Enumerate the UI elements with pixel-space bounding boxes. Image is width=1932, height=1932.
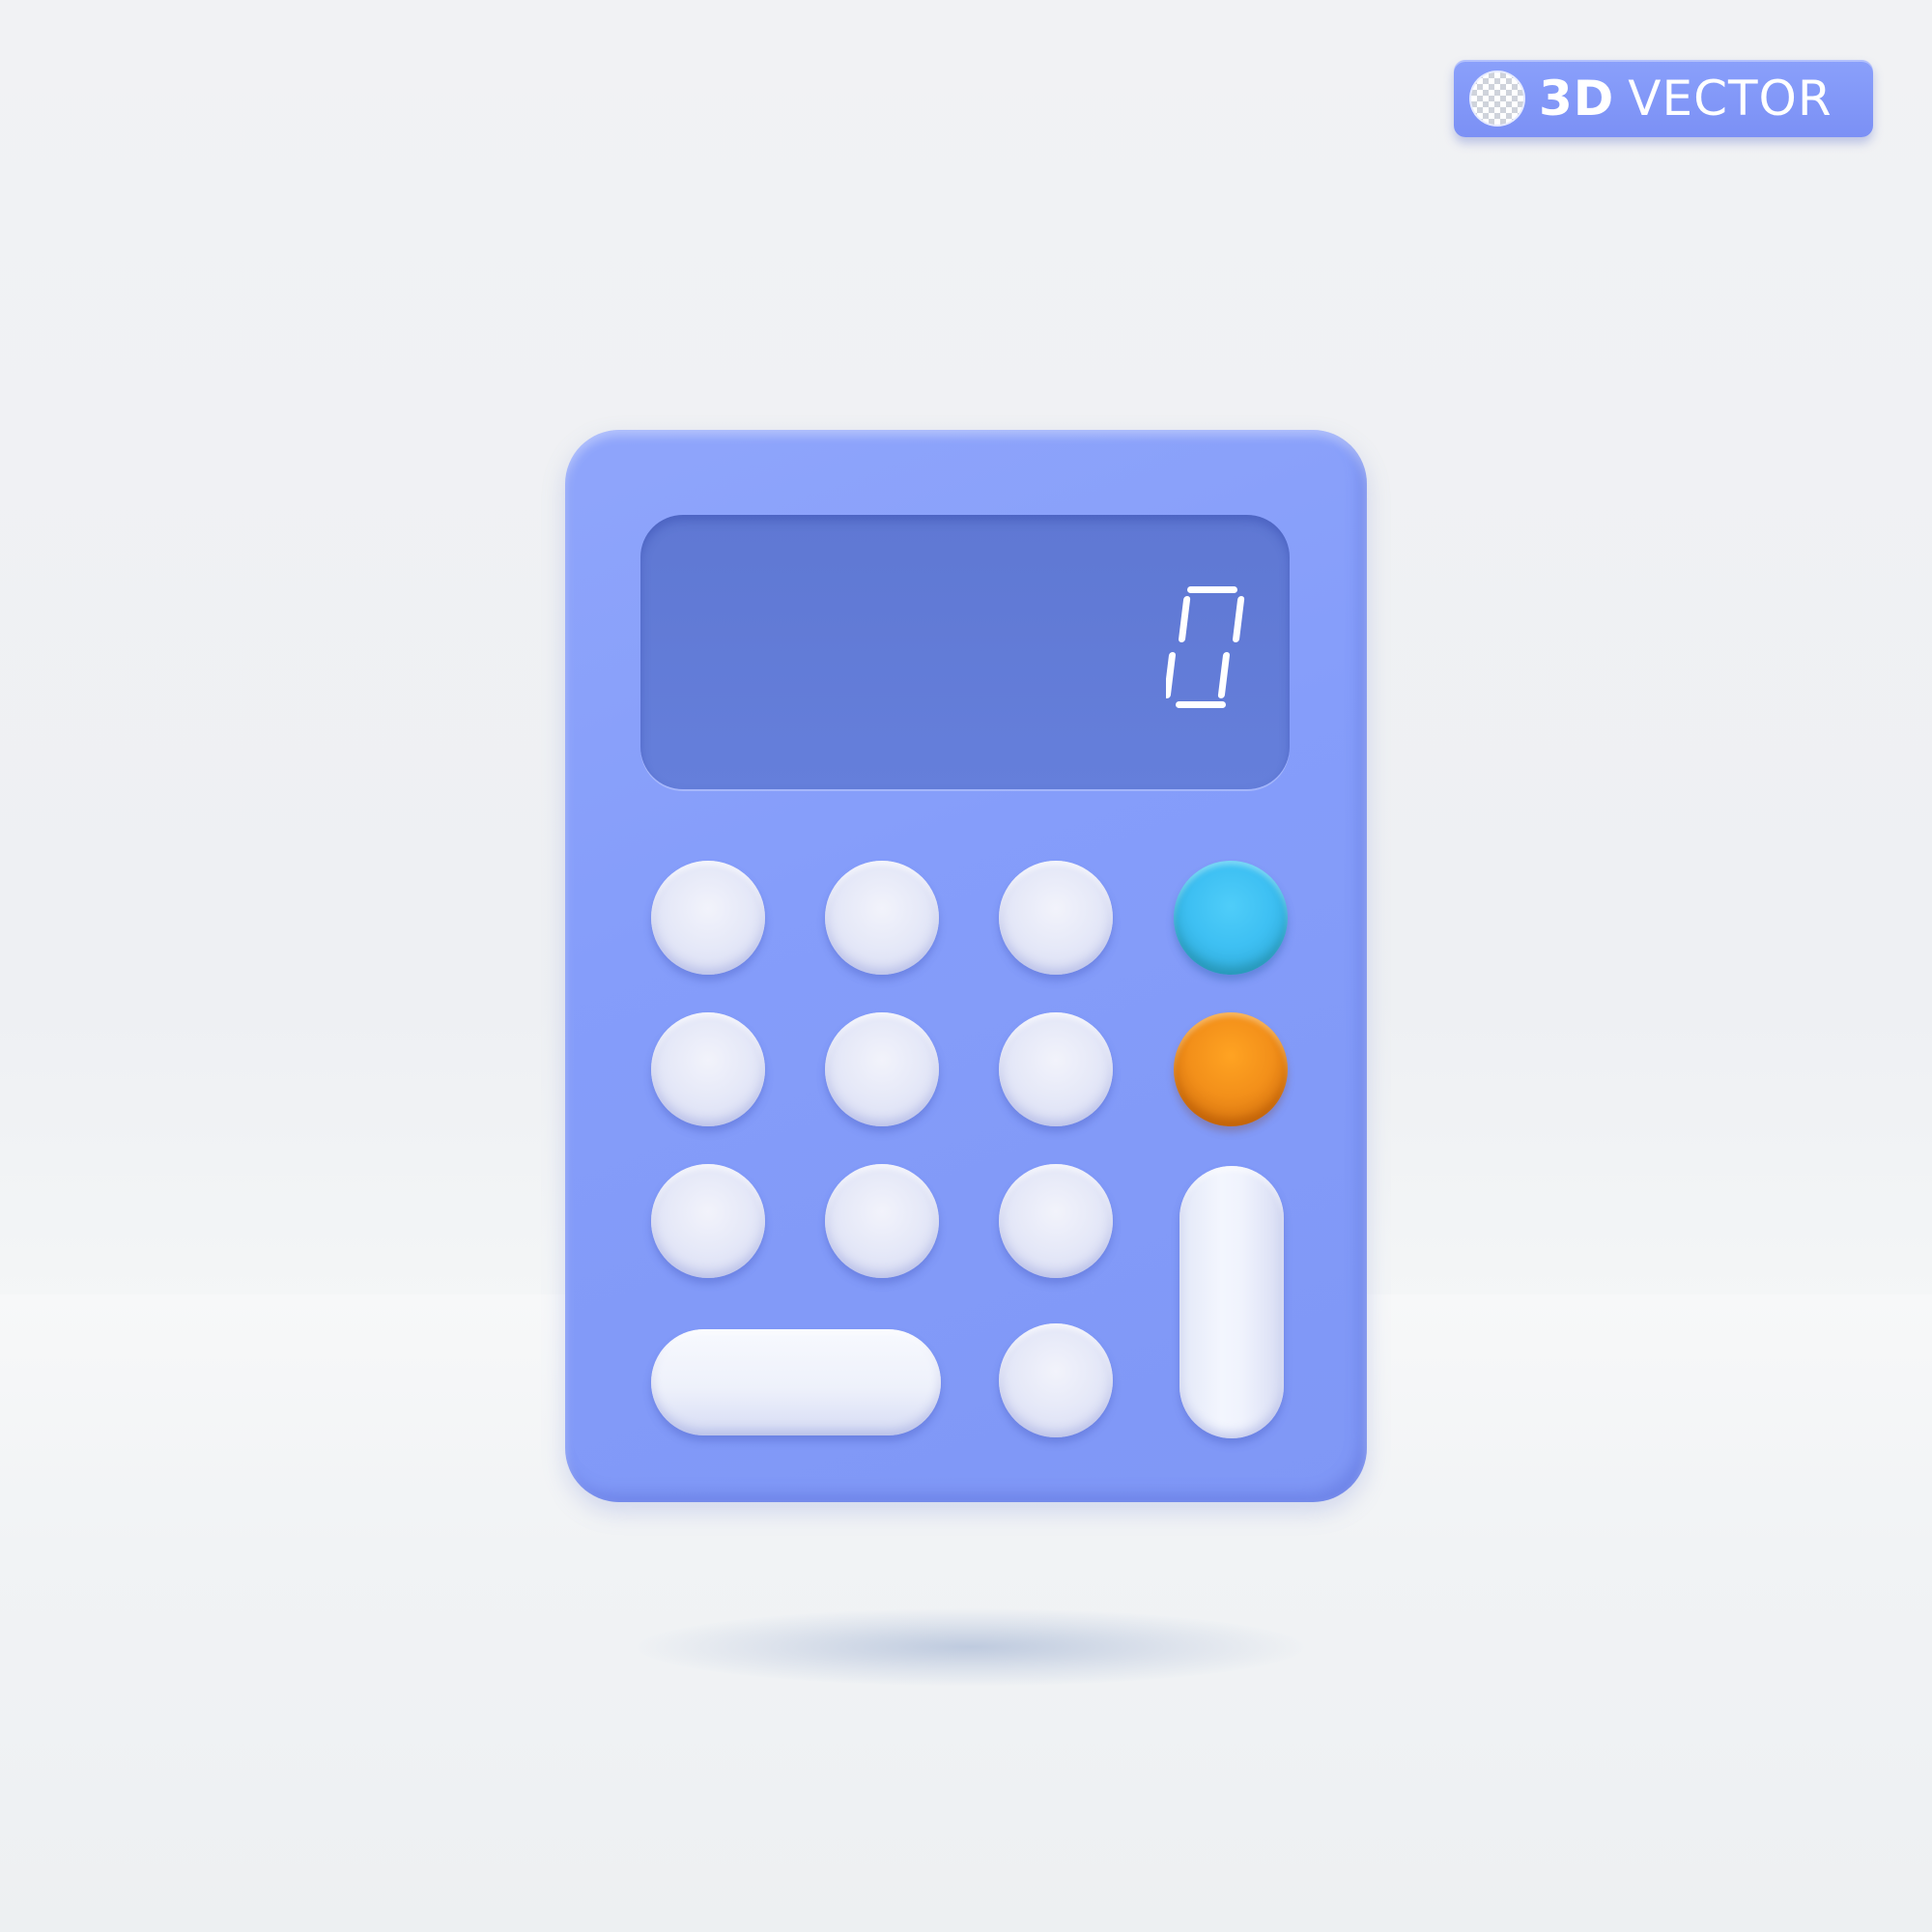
calculator-shadow [638,1608,1304,1686]
calculator-display [640,515,1290,789]
segment-lower-left [1166,652,1177,698]
key-r2-c1[interactable] [651,1012,765,1126]
display-digit [1166,586,1245,708]
badge-light-text: VECTOR [1628,71,1833,127]
segment-bottom [1176,701,1226,708]
3d-vector-badge: 3D VECTOR [1454,60,1873,137]
calculator-body [565,430,1367,1502]
key-r2-c2[interactable] [825,1012,939,1126]
scene-background: 3D VECTOR [0,0,1932,1932]
segment-upper-left [1179,596,1191,642]
key-r3-c1[interactable] [651,1164,765,1278]
segment-top [1187,586,1237,593]
key-wide-left[interactable] [651,1329,941,1435]
key-r1-c4[interactable] [1174,861,1288,975]
key-r1-c3[interactable] [999,861,1113,975]
transparency-checker-icon [1471,72,1523,125]
badge-bold-text: 3D [1539,71,1615,127]
segment-lower-right [1217,652,1231,698]
segment-upper-right [1233,596,1245,642]
key-r3-c3[interactable] [999,1164,1113,1278]
key-r2-c4[interactable] [1174,1012,1288,1126]
key-r2-c3[interactable] [999,1012,1113,1126]
key-tall-right[interactable] [1179,1166,1284,1438]
seven-segment-zero [1166,586,1245,708]
badge-label: 3D VECTOR [1539,74,1833,123]
key-r4-c3[interactable] [999,1323,1113,1437]
key-r3-c2[interactable] [825,1164,939,1278]
key-r1-c2[interactable] [825,861,939,975]
key-r1-c1[interactable] [651,861,765,975]
